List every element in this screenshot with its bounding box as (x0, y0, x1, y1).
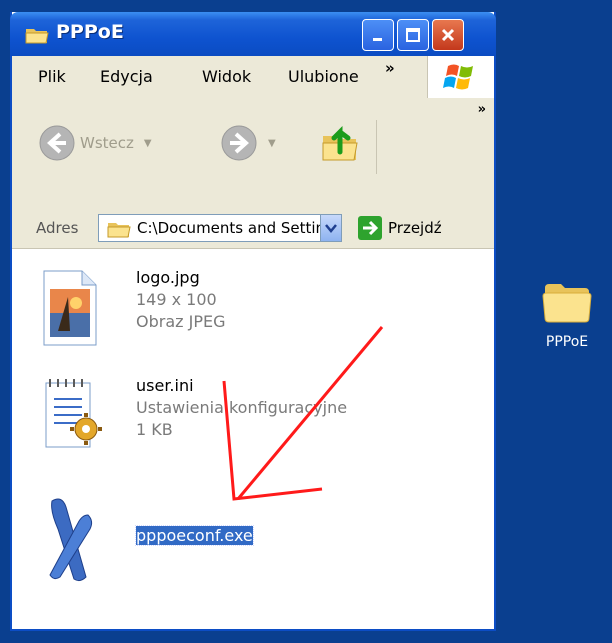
file-name-selected[interactable]: pppoeconf.exe (135, 525, 254, 546)
explorer-window: PPPoE Plik Edycja Widok Ulubione » Wstec… (10, 12, 496, 631)
desktop-icon-label: PPPoE (545, 334, 589, 350)
file-item-user-ini[interactable]: user.ini Ustawienia konfiguracyjne 1 KB (40, 376, 347, 457)
maximize-icon (406, 28, 420, 42)
windows-logo (427, 56, 494, 98)
folder-icon (25, 29, 49, 44)
file-name: user.ini (136, 376, 194, 395)
file-item-logo[interactable]: logo.jpg 149 x 100 Obraz JPEG (40, 268, 226, 351)
pppoeconf-app-icon (49, 498, 93, 582)
close-button[interactable] (432, 19, 464, 51)
file-name: logo.jpg (136, 268, 200, 287)
menu-bar: Plik Edycja Widok Ulubione » (12, 56, 494, 99)
minimize-button[interactable] (362, 19, 394, 51)
window-title: PPPoE (56, 21, 124, 43)
maximize-button[interactable] (397, 19, 429, 51)
title-bar[interactable]: PPPoE (10, 12, 496, 56)
jpeg-image-icon (43, 270, 97, 346)
address-input[interactable]: C:\Documents and Settings (98, 214, 342, 242)
address-dropdown-button[interactable] (320, 215, 341, 241)
address-bar: Adres C:\Documents and Settings Przejdź (12, 208, 494, 249)
menu-favorites[interactable]: Ulubione (288, 67, 378, 86)
menu-file[interactable]: Plik (38, 67, 66, 86)
minimize-icon (373, 38, 382, 41)
address-label: Adres (36, 219, 79, 237)
forward-dropdown-icon[interactable]: ▼ (268, 138, 276, 149)
back-dropdown-icon[interactable]: ▼ (144, 138, 152, 149)
folder-icon (107, 223, 131, 238)
go-arrow-icon (358, 216, 382, 240)
file-type: Obraz JPEG (136, 312, 226, 331)
close-icon (441, 28, 455, 42)
forward-button[interactable]: ▼ (220, 124, 276, 162)
file-item-pppoeconf[interactable]: pppoeconf.exe (40, 493, 254, 587)
standard-toolbar: Wstecz ▼ ▼ » (12, 98, 494, 209)
back-button[interactable]: Wstecz ▼ (38, 124, 152, 162)
back-arrow-icon (39, 125, 75, 161)
menu-edit[interactable]: Edycja (100, 67, 153, 86)
back-label: Wstecz (80, 134, 134, 152)
file-size: 1 KB (136, 420, 173, 439)
menu-view[interactable]: Widok (202, 67, 251, 86)
menu-overflow-chevron[interactable]: » (385, 59, 395, 77)
windows-flag-icon (443, 64, 473, 90)
file-list: logo.jpg 149 x 100 Obraz JPEG user.ini U… (12, 249, 494, 629)
chevron-down-icon (325, 224, 337, 233)
toolbar-separator (376, 120, 377, 174)
up-folder-icon (322, 125, 358, 161)
forward-arrow-icon (221, 125, 257, 161)
desktop-pppoe-folder[interactable]: PPPoE (528, 278, 606, 350)
file-dimensions: 149 x 100 (136, 290, 217, 309)
go-button[interactable]: Przejdź (358, 216, 442, 240)
toolbar-overflow-chevron[interactable]: » (478, 102, 486, 117)
up-folder-button[interactable] (320, 122, 360, 164)
config-file-icon (45, 379, 102, 448)
go-label: Przejdź (388, 219, 442, 237)
folder-icon (542, 284, 592, 323)
file-type: Ustawienia konfiguracyjne (136, 398, 348, 417)
address-path: C:\Documents and Settings (137, 219, 342, 237)
